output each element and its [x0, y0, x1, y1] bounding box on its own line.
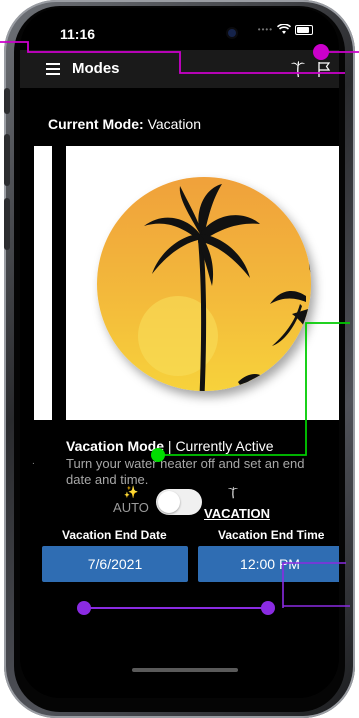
annotation-overlay	[0, 41, 359, 615]
annotation-marker	[261, 601, 275, 615]
annotation-marker	[151, 448, 165, 462]
annotation-marker	[77, 601, 91, 615]
annotation-marker	[313, 44, 329, 60]
